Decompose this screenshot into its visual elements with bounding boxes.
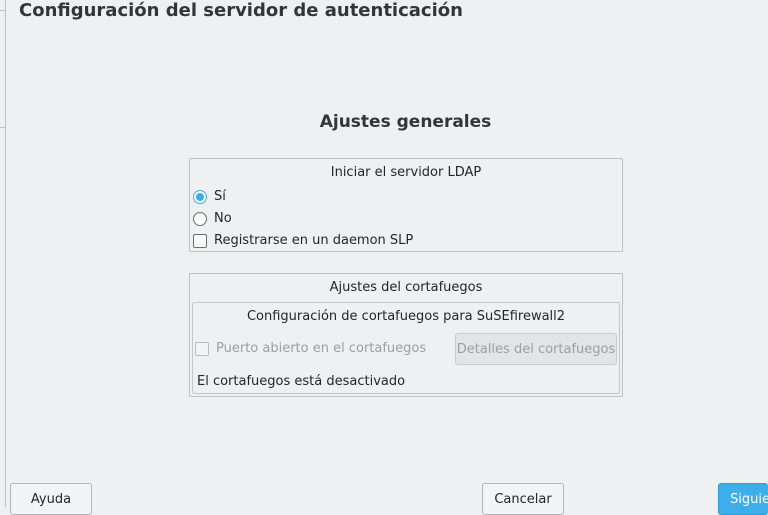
edge-tick xyxy=(0,10,5,11)
ldap-group-title: Iniciar el servidor LDAP xyxy=(330,165,482,180)
open-port-label: Puerto abierto en el cortafuegos xyxy=(216,341,427,356)
radio-yes-label: Sí xyxy=(214,189,226,204)
firewall-inner-title: Configuración de cortafuegos para SuSEfi… xyxy=(246,309,566,324)
slp-checkbox-label: Registrarse en un daemon SLP xyxy=(214,233,414,248)
help-button[interactable]: Ayuda xyxy=(10,483,92,515)
slp-checkbox-row[interactable]: Registrarse en un daemon SLP xyxy=(193,233,413,248)
radio-no-label: No xyxy=(214,211,232,226)
radio-yes-row[interactable]: Sí xyxy=(193,189,226,204)
firewall-group-title: Ajustes del cortafuegos xyxy=(329,280,483,295)
page-title: Configuración del servidor de autenticac… xyxy=(19,0,463,21)
firewall-group: Ajustes del cortafuegos Configuración de… xyxy=(189,273,623,397)
open-port-checkbox[interactable] xyxy=(195,341,209,356)
section-heading: Ajustes generales xyxy=(319,112,492,132)
window-edge xyxy=(5,0,6,507)
open-port-row[interactable]: Puerto abierto en el cortafuegos xyxy=(195,341,426,356)
radio-yes[interactable] xyxy=(193,189,207,204)
radio-no[interactable] xyxy=(193,211,207,226)
firewall-status-text: El cortafuegos está desactivado xyxy=(197,374,406,389)
ldap-group: Iniciar el servidor LDAP Sí No Registrar… xyxy=(189,158,623,252)
cancel-button[interactable]: Cancelar xyxy=(482,483,564,515)
radio-no-row[interactable]: No xyxy=(193,211,232,226)
firewall-inner-group: Configuración de cortafuegos para SuSEfi… xyxy=(192,302,620,394)
next-button[interactable]: Siguie xyxy=(718,483,768,515)
slp-checkbox[interactable] xyxy=(193,233,207,248)
firewall-details-button[interactable]: Detalles del cortafuegos xyxy=(455,333,617,365)
